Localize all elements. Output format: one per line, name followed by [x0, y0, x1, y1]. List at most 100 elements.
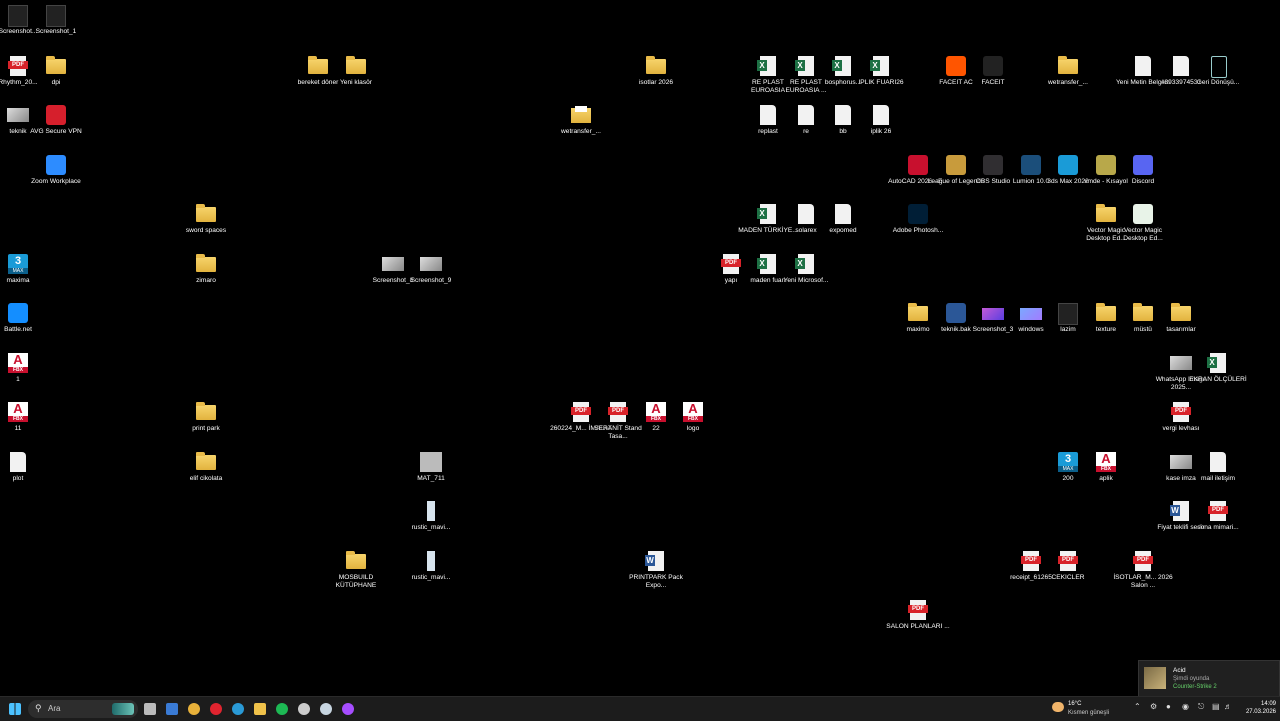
desktop-icon[interactable]: İSOTLAR_M... 2026 Salon ... [1113, 548, 1173, 604]
partly-sunny-icon [1052, 702, 1064, 712]
doc-icon [798, 204, 814, 224]
desktop-icon[interactable]: Battle.net [0, 300, 46, 356]
microphone-icon[interactable]: ⎋ [1198, 702, 1204, 712]
messenger-icon [342, 703, 354, 715]
desktop-icon[interactable]: sword spaces [178, 201, 234, 257]
word-icon [1170, 501, 1189, 521]
folder-icon [196, 254, 216, 272]
desktop-icon[interactable]: 1 [0, 350, 46, 406]
taskbar-edge-button[interactable] [229, 700, 247, 718]
image-icon [420, 257, 442, 271]
game-activity-notification[interactable]: Acid Şimdi oyunda Counter-Strike 2 [1138, 660, 1280, 697]
desktop-icon[interactable]: AVG Secure VPN [28, 102, 84, 158]
network-icon[interactable]: ▤ [1212, 702, 1220, 711]
taskbar-file-explorer-button[interactable] [251, 700, 269, 718]
desktop-icon[interactable]: Adobe Photosh... [890, 201, 946, 257]
image-icon [1170, 455, 1192, 469]
desktop-icon[interactable]: mail iletişim [1190, 449, 1246, 505]
desktop-icon[interactable]: FACEIT [965, 53, 1021, 109]
pdf-icon [1133, 551, 1153, 571]
desktop-icon[interactable]: wetransfer_... [1040, 53, 1096, 109]
desktop-icon-label: Battle.net [4, 326, 32, 333]
purple-icon [982, 308, 1004, 320]
desktop-icon-label: vergi levhası [1162, 425, 1200, 432]
desktop-icon[interactable]: SALON PLANLARI ... [886, 597, 950, 653]
desktop-icon[interactable]: isotlar 2026 [628, 53, 684, 109]
desktop-icon[interactable]: expomed [815, 201, 871, 257]
desktop-icon[interactable]: vergi levhası [1153, 399, 1209, 455]
desktop-icon[interactable]: Yeni Microsof... [778, 251, 834, 307]
file-explorer-icon [254, 703, 266, 715]
taskbar-messenger-button[interactable] [339, 700, 357, 718]
weather-widget[interactable]: 16°C Kısmen güneşli [1052, 699, 1122, 719]
excel-icon [795, 254, 814, 274]
blue-icon [1020, 308, 1042, 320]
desktop-icon[interactable]: sona mimari... [1190, 498, 1246, 554]
desktop-icon-label: Zoom Workplace [31, 178, 81, 185]
app-icon [946, 56, 966, 76]
chevron-up-icon[interactable]: ⌃ [1134, 702, 1141, 711]
taskbar-mail-button[interactable] [163, 700, 181, 718]
start-button[interactable] [6, 700, 24, 718]
desktop-icon[interactable]: print park [178, 399, 234, 455]
desktop-icon[interactable]: tasarımlar [1153, 300, 1209, 356]
desktop-icon[interactable]: logo [665, 399, 721, 455]
desktop-icon[interactable]: EKRAN ÖLÇÜLERİ [1189, 350, 1247, 406]
taskbar-spotify-button[interactable] [273, 700, 291, 718]
desktop-icon[interactable]: iplik 26 [853, 102, 909, 158]
max-icon [1058, 452, 1078, 472]
desktop-icon[interactable]: MAT_711 [403, 449, 459, 505]
desktop-icon[interactable]: Geri Dönüşü... [1190, 53, 1246, 109]
desktop-icon[interactable]: Yeni klasör [328, 53, 384, 109]
tray-steam-icon[interactable]: ● [1166, 702, 1171, 711]
desktop-icon[interactable]: Discord [1115, 152, 1171, 208]
image-icon [7, 108, 29, 122]
max-icon [8, 254, 28, 274]
desktop-icon[interactable]: Vector Magic Desktop Ed... [1115, 201, 1171, 257]
desktop[interactable]: Screenshot...Screenshot_1Rhythm_20...dpi… [0, 0, 1280, 696]
desktop-icon-label: Adobe Photosh... [892, 227, 944, 234]
desktop-icon[interactable]: MOSBUILD KÜTÜPHANE [328, 548, 384, 604]
desktop-icon[interactable]: maxima [0, 251, 46, 307]
desktop-icon-label: zimaro [196, 277, 216, 284]
desktop-icon[interactable]: dpi [28, 53, 84, 109]
folder-icon [1096, 204, 1116, 222]
desktop-icon[interactable]: Screenshot_9 [403, 251, 459, 307]
fbx-icon [646, 402, 666, 422]
desktop-icon[interactable]: rustic_mavi... [403, 548, 459, 604]
taskbar-chrome-button[interactable] [185, 700, 203, 718]
tray-discord-icon[interactable]: ◉ [1182, 702, 1189, 711]
app-icon [946, 303, 966, 323]
taskbar-opera-button[interactable] [207, 700, 225, 718]
desktop-icon[interactable]: PRINTPARK Pack Expo... [628, 548, 684, 604]
desktop-icon[interactable]: aplik [1078, 449, 1134, 505]
desktop-icon-label: SALON PLANLARI ... [886, 623, 950, 630]
desktop-icon[interactable]: plot [0, 449, 46, 505]
fbx-icon [8, 353, 28, 373]
desktop-icon[interactable]: wetransfer_... [553, 102, 609, 158]
search-input[interactable]: Ara [48, 704, 60, 713]
taskbar-chatgpt-button[interactable] [295, 700, 313, 718]
desktop-icon[interactable]: rustic_mavi... [403, 498, 459, 554]
desktop-icon[interactable]: Zoom Workplace [28, 152, 84, 208]
taskbar-steam-button[interactable] [317, 700, 335, 718]
doc-icon [873, 105, 889, 125]
desktop-icon[interactable]: elif cikolata [178, 449, 234, 505]
desktop-icon[interactable]: 11 [0, 399, 46, 455]
clock[interactable]: 14:09 27.03.2026 [1236, 700, 1276, 716]
desktop-icon[interactable]: CEKICLER [1040, 548, 1096, 604]
tray-app-icon[interactable]: ⚙ [1150, 702, 1157, 711]
desktop-icon[interactable]: zimaro [178, 251, 234, 307]
volume-icon[interactable]: ♬ [1224, 702, 1232, 711]
desktop-icon[interactable]: IPLIK FUARI26 [853, 53, 909, 109]
app-icon [8, 303, 28, 323]
doc-icon [1173, 56, 1189, 76]
task-view-icon [144, 703, 156, 715]
desktop-icon-label: Discord [1131, 178, 1155, 185]
search-box[interactable]: ⚲ Ara [28, 700, 138, 718]
doc-icon [1210, 452, 1226, 472]
desktop-icon[interactable]: Screenshot_1 [28, 2, 84, 58]
doc-icon [835, 204, 851, 224]
taskbar-task-view-button[interactable] [141, 700, 159, 718]
desktop-icon-label: IPLIK FUARI26 [858, 79, 904, 86]
